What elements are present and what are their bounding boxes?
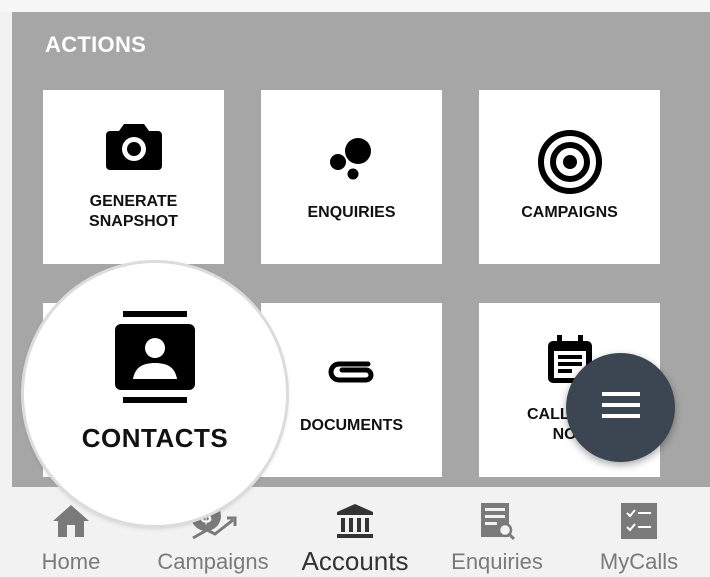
tile-enquiries[interactable]: ENQUIRIES bbox=[261, 90, 442, 264]
nav-label: Enquiries bbox=[451, 549, 543, 574]
nav-label: Accounts bbox=[301, 546, 409, 576]
bubbles-icon bbox=[261, 136, 442, 182]
nav-label: Home bbox=[41, 549, 101, 574]
nav-mycalls[interactable]: MyCalls bbox=[568, 487, 710, 576]
tile-label: ENQUIRIES bbox=[307, 204, 396, 221]
magnified-label: CONTACTS bbox=[81, 423, 229, 453]
nav-enquiries[interactable]: Enquiries bbox=[426, 487, 568, 576]
tile-label: GENERATE SNAPSHOT bbox=[89, 193, 178, 230]
contact-book-icon bbox=[24, 311, 286, 403]
checklist-icon bbox=[620, 501, 658, 541]
tile-label: CAMPAIGNS bbox=[521, 204, 618, 221]
section-title: ACTIONS bbox=[45, 32, 147, 57]
paperclip-icon bbox=[261, 355, 442, 389]
enquiries-list-icon bbox=[477, 501, 517, 541]
menu-icon bbox=[601, 392, 640, 423]
bank-icon bbox=[335, 501, 375, 541]
tile-campaigns[interactable]: CAMPAIGNS bbox=[479, 90, 660, 264]
home-icon bbox=[51, 501, 91, 541]
fab-menu-button[interactable] bbox=[566, 353, 675, 462]
tile-generate-snapshot[interactable]: GENERATE SNAPSHOT bbox=[43, 90, 224, 264]
tile-label: DOCUMENTS bbox=[299, 417, 404, 434]
nav-label: Campaigns bbox=[157, 549, 269, 574]
magnified-contacts-tile[interactable]: CONTACTS bbox=[24, 263, 286, 525]
tile-documents[interactable]: DOCUMENTS bbox=[261, 303, 442, 477]
target-icon bbox=[479, 130, 660, 194]
camera-icon bbox=[43, 120, 224, 170]
nav-label: MyCalls bbox=[599, 549, 679, 574]
status-strip bbox=[0, 0, 710, 12]
nav-accounts[interactable]: Accounts bbox=[284, 487, 426, 576]
